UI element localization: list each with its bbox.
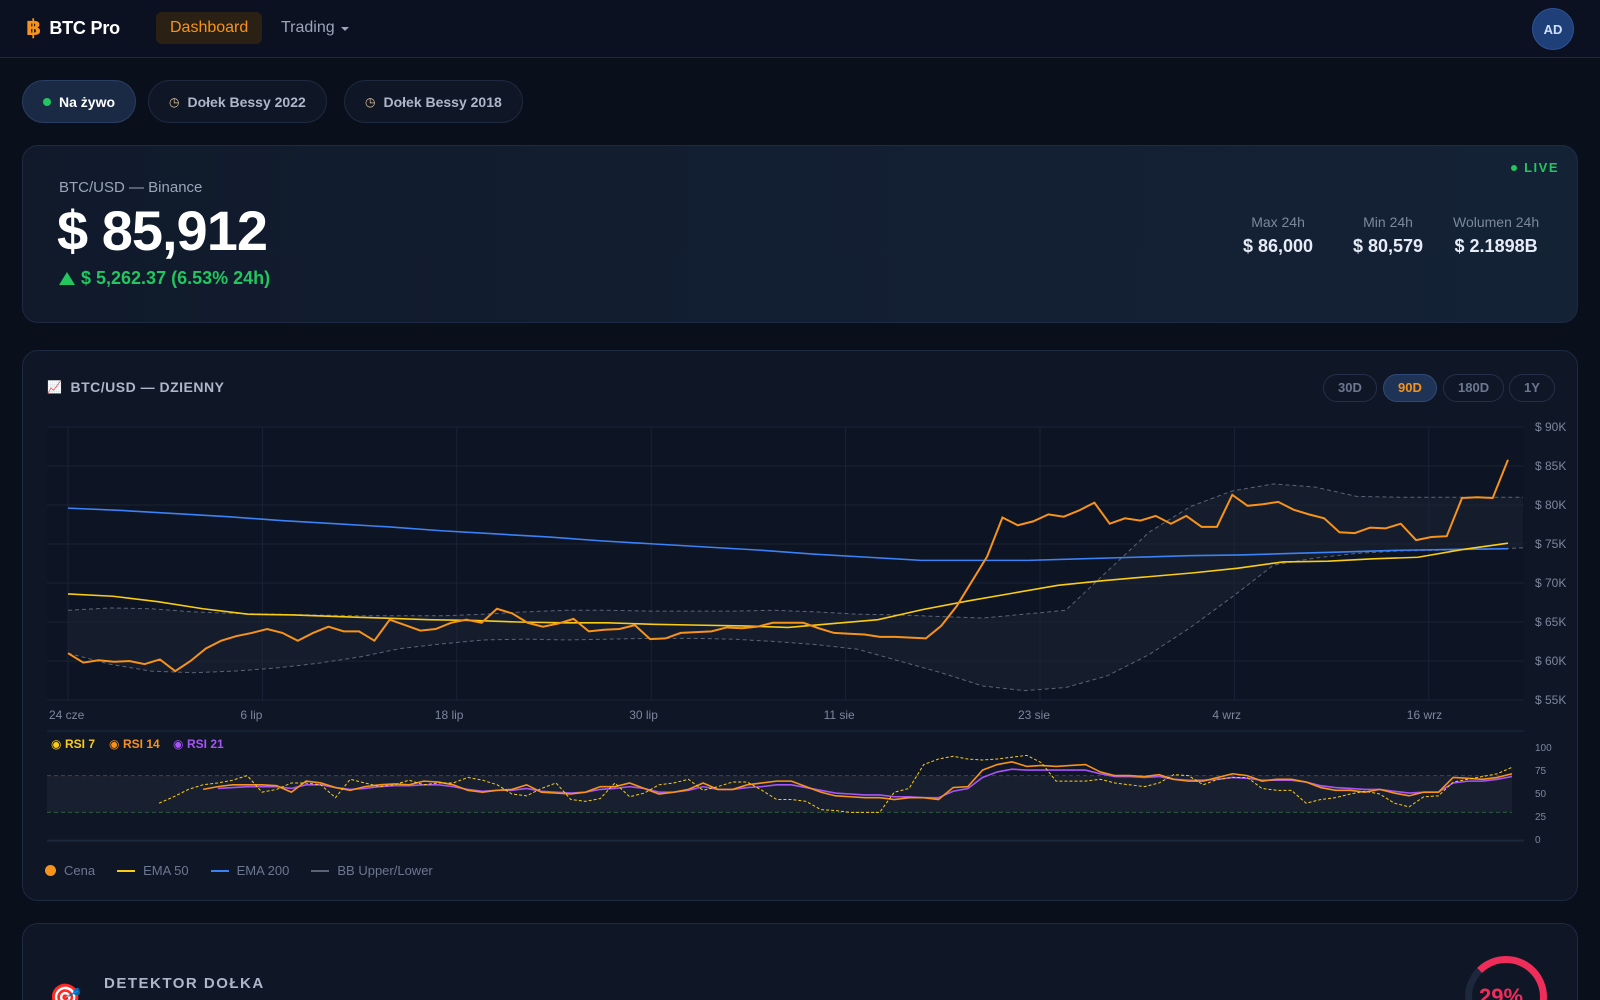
range-1y[interactable]: 1Y (1509, 374, 1555, 402)
legend-swatch (45, 865, 56, 876)
stat-value: $ 2.1898B (1454, 236, 1538, 256)
pair-label: BTC/USD — Binance (59, 179, 203, 196)
mode-tab-label: Dołek Bessy 2018 (383, 93, 502, 110)
price-card: BTC/USD — Binance $ 85,912 $ 5,262.37 (6… (22, 145, 1578, 323)
chart-title-text: BTC/USD — DZIENNY (70, 379, 225, 395)
bottom-detector-card: 🎯 DETEKTOR DOŁKA 29% (22, 923, 1578, 1000)
legend-item-ema200[interactable]: EMA 200 (210, 863, 290, 878)
legend-swatch (210, 869, 229, 872)
target-icon: 🎯 (49, 982, 82, 1000)
live-label: LIVE (1524, 160, 1559, 175)
eye-icon: ◉ (51, 737, 61, 751)
range-180d[interactable]: 180D (1443, 374, 1505, 402)
rsi-tick-label: 75 (1535, 766, 1547, 777)
x-tick-label: 30 lip (629, 708, 658, 722)
arrow-up-icon (59, 272, 75, 285)
y-tick-label: $ 60K (1535, 654, 1566, 668)
x-tick-label: 16 wrz (1407, 708, 1442, 722)
nav-trading-label: Trading (281, 19, 335, 36)
eye-icon: ◉ (109, 737, 119, 751)
mode-tab-bear-2018[interactable]: ◷ Dołek Bessy 2018 (344, 80, 523, 123)
chart-title: 📈 BTC/USD — DZIENNY (47, 379, 224, 395)
top-bar: ฿ BTC Pro Dashboard Trading AD (0, 0, 1600, 58)
current-price: $ 85,912 (57, 199, 268, 262)
x-tick-label: 6 lip (240, 708, 262, 722)
y-tick-label: $ 75K (1535, 537, 1566, 551)
live-badge: LIVE (1511, 160, 1559, 175)
rsi-toggle-0[interactable]: RSI 7 (65, 737, 95, 751)
range-90d[interactable]: 90D (1383, 374, 1437, 402)
avatar[interactable]: AD (1532, 8, 1574, 50)
legend-label: EMA 50 (143, 863, 189, 878)
mode-tab-bear-2022[interactable]: ◷ Dołek Bessy 2022 (148, 80, 327, 123)
stat-volume-24h: Wolumen 24h $ 2.1898B (1453, 214, 1539, 257)
stat-value: $ 86,000 (1243, 236, 1314, 256)
stat-label: Wolumen 24h (1453, 214, 1540, 230)
mode-tab-label: Dołek Bessy 2022 (187, 93, 306, 110)
brand[interactable]: ฿ BTC Pro (26, 17, 120, 39)
stat-label: Min 24h (1363, 214, 1413, 230)
x-tick-label: 4 wrz (1212, 708, 1241, 722)
legend-item-ema50[interactable]: EMA 50 (117, 863, 189, 878)
y-tick-label: $ 55K (1535, 693, 1566, 707)
legend-label: EMA 200 (236, 863, 290, 878)
mode-tab-live[interactable]: Na żywo (22, 80, 137, 123)
clock-icon: ◷ (169, 94, 180, 109)
stat-value: $ 80,579 (1353, 236, 1424, 256)
legend-item-bb[interactable]: BB Upper/Lower (311, 863, 433, 878)
brand-name: BTC Pro (49, 17, 120, 38)
x-tick-label: 23 sie (1018, 708, 1050, 722)
legend-item-price[interactable]: Cena (45, 863, 95, 878)
chart-legend: Cena EMA 50 EMA 200 BB Upper/Lower (45, 863, 433, 878)
stat-max-24h: Max 24h $ 86,000 (1243, 214, 1313, 257)
y-tick-label: $ 70K (1535, 576, 1566, 590)
y-tick-label: $ 65K (1535, 615, 1566, 629)
nav-trading[interactable]: Trading (281, 12, 349, 44)
rsi-tick-label: 50 (1535, 789, 1547, 800)
chevron-down-icon (340, 27, 349, 31)
x-tick-label: 11 sie (824, 708, 855, 722)
detector-title: DETEKTOR DOŁKA (104, 975, 265, 992)
legend-label: BB Upper/Lower (337, 863, 433, 878)
legend-label: Cena (64, 863, 96, 878)
chart-icon: 📈 (47, 380, 63, 394)
price-chart[interactable]: $ 90K $ 85K $ 80K $ 75K $ 70K $ 65K $ 60K $ 55K… (23, 351, 1579, 902)
nav-dashboard[interactable]: Dashboard (156, 12, 263, 44)
stat-label: Max 24h (1251, 214, 1305, 230)
bitcoin-icon: ฿ (26, 15, 42, 40)
stat-min-24h: Min 24h $ 80,579 (1353, 214, 1423, 257)
y-tick-label: $ 90K (1535, 420, 1566, 434)
price-change-value: $ 5,262.37 (6.53% 24h) (81, 268, 271, 288)
x-tick-label: 24 cze (49, 708, 85, 722)
price-change: $ 5,262.37 (6.53% 24h) (59, 268, 270, 289)
clock-icon: ◷ (365, 94, 376, 109)
live-dot-icon (1511, 164, 1518, 171)
x-tick-label: 18 lip (435, 708, 464, 722)
eye-icon: ◉ (173, 737, 183, 751)
y-tick-label: $ 85K (1535, 459, 1566, 473)
rsi-toggle-2[interactable]: RSI 21 (187, 737, 224, 751)
rsi-toggle-1[interactable]: RSI 14 (123, 737, 160, 751)
mode-tab-label: Na żywo (59, 93, 116, 110)
range-30d[interactable]: 30D (1323, 374, 1377, 402)
rsi-tick-label: 100 (1535, 743, 1552, 754)
chart-card: $ 90K $ 85K $ 80K $ 75K $ 70K $ 65K $ 60K $ 55K… (22, 350, 1578, 901)
y-tick-label: $ 80K (1535, 498, 1566, 512)
detector-percent: 29% (1479, 984, 1524, 1000)
rsi-tick-label: 0 (1535, 835, 1541, 846)
legend-swatch (311, 869, 330, 872)
rsi-tick-label: 25 (1535, 812, 1547, 823)
legend-swatch (117, 869, 136, 872)
live-dot-icon (43, 97, 51, 106)
